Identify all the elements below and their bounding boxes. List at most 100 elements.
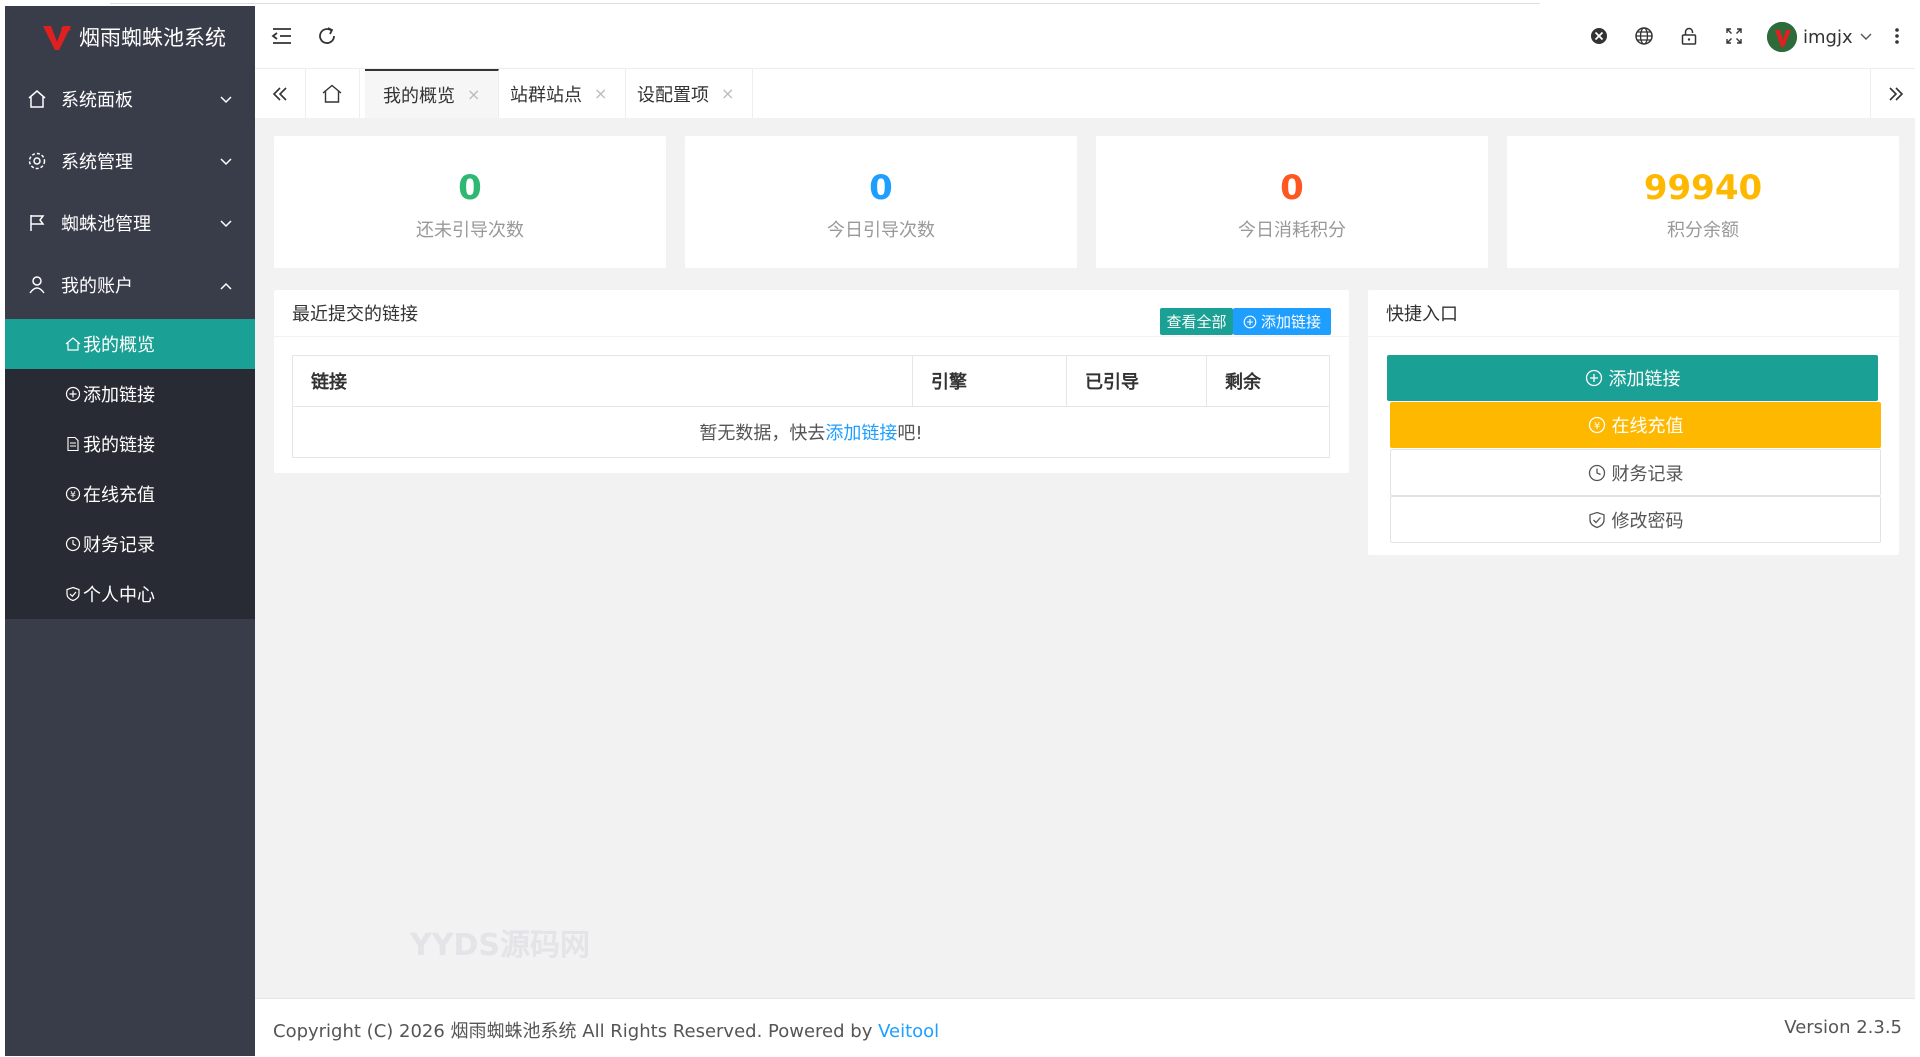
topbar: imgjx [255,6,1920,69]
tab-bar: 我的概览 × 站群站点 × 设配置项 × [255,69,1920,119]
sidebar-subitem-recharge[interactable]: ¥ 在线充值 [5,469,255,519]
empty-text-suffix: 吧! [897,423,923,444]
sidebar-subitem-label: 在线充值 [83,485,155,506]
quick-change-password-button[interactable]: 修改密码 [1390,496,1881,543]
lock-icon[interactable] [1677,24,1701,48]
chevron-down-icon [219,215,233,229]
table-header-row: 链接 引擎 已引导 剩余 [292,355,1330,407]
plus-circle-icon [65,386,81,402]
quick-add-link-button[interactable]: 添加链接 [1387,355,1878,401]
account-submenu: 我的概览 添加链接 我的链接 ¥ 在线充值 财务记录 个人中心 [5,319,255,619]
sidebar-subitem-my-links[interactable]: 我的链接 [5,419,255,469]
flag-icon [27,213,47,233]
yen-circle-icon: ¥ [65,486,81,502]
stat-value: 0 [1280,168,1304,208]
stat-label: 今日引导次数 [827,220,935,241]
sidebar-subitem-add-link[interactable]: 添加链接 [5,369,255,419]
refresh-icon[interactable] [315,24,339,48]
user-icon [27,275,47,295]
window-edge [1915,0,1920,1056]
chevron-up-icon [219,277,233,291]
tabs-scroll-left-icon[interactable] [255,69,306,118]
tab-site-group[interactable]: 站群站点 × [492,69,627,118]
card-title: 最近提交的链接 [292,304,418,325]
sidebar-subitem-label: 我的链接 [83,435,155,456]
view-all-label: 查看全部 [1166,313,1227,331]
home-icon [321,83,343,105]
column-header[interactable]: 链接 [292,355,913,407]
brand[interactable]: 烟雨蜘蛛池系统 [5,6,255,68]
sidebar-item-label: 系统面板 [61,90,133,111]
plus-circle-icon [1585,369,1603,387]
stat-label: 还未引导次数 [416,220,524,241]
tab-my-overview[interactable]: 我的概览 × [365,69,500,118]
more-vertical-icon[interactable] [1885,24,1909,48]
watermark: YYDS源码网 [410,928,590,963]
home-icon [27,89,47,109]
globe-icon[interactable] [1632,24,1656,48]
stat-card-today-guided: 0 今日引导次数 [685,136,1077,268]
close-icon[interactable]: × [721,84,734,103]
collapse-menu-icon[interactable] [270,24,294,48]
copyright-text: Copyright (C) 2026 烟雨蜘蛛池系统 All Rights Re… [273,1021,879,1042]
user-menu[interactable]: imgjx [1767,22,1873,52]
stat-value: 99940 [1643,168,1763,208]
sidebar-subitem-finance[interactable]: 财务记录 [5,519,255,569]
sidebar-item-spider-pool[interactable]: 蜘蛛池管理 [5,192,255,254]
column-header[interactable]: 引擎 [912,355,1067,407]
shield-check-icon [1588,511,1606,529]
sidebar-item-label: 我的账户 [61,276,133,297]
sidebar-subitem-profile[interactable]: 个人中心 [5,569,255,619]
stat-card-balance: 99940 积分余额 [1507,136,1899,268]
clock-icon [1588,464,1606,482]
close-icon[interactable]: × [594,84,607,103]
plus-circle-icon [1243,315,1257,329]
sidebar-subitem-overview[interactable]: 我的概览 [5,319,255,369]
sidebar-subitem-label: 财务记录 [83,535,155,556]
empty-add-link[interactable]: 添加链接 [825,423,897,444]
svg-text:¥: ¥ [70,491,76,501]
column-header[interactable]: 已引导 [1066,355,1207,407]
quick-recharge-button[interactable]: ¥ 在线充值 [1390,402,1881,448]
tab-label: 站群站点 [510,84,582,106]
stat-card-pending: 0 还未引导次数 [274,136,666,268]
column-header[interactable]: 剩余 [1206,355,1330,407]
powered-by-link[interactable]: Veitool [878,1021,939,1042]
view-all-button[interactable]: 查看全部 [1160,308,1233,335]
tab-label: 设配置项 [637,84,709,106]
tab-home[interactable] [305,69,360,118]
stat-label: 积分余额 [1667,220,1739,241]
tabs-scroll-right-icon[interactable] [1870,69,1920,118]
copyright: Copyright (C) 2026 烟雨蜘蛛池系统 All Rights Re… [273,1017,939,1043]
empty-state: 暂无数据，快去添加链接吧! [292,406,1330,458]
quick-button-label: 添加链接 [1608,369,1681,390]
shield-check-icon [65,586,81,602]
add-link-button[interactable]: 添加链接 [1233,308,1331,335]
yen-circle-icon: ¥ [1588,416,1606,434]
sidebar-subitem-label: 添加链接 [83,385,155,406]
empty-text: 暂无数据，快去 [699,423,826,444]
sidebar-item-my-account[interactable]: 我的账户 [5,254,255,316]
top-divider [110,0,1540,4]
sidebar-subitem-label: 个人中心 [83,585,155,606]
recent-links-card: 最近提交的链接 查看全部 添加链接 链接 引擎 已引导 剩余 暂无数据，快去添加 [274,290,1349,473]
quick-button-label: 财务记录 [1611,463,1684,485]
home-icon [65,336,81,352]
fullscreen-icon[interactable] [1722,24,1746,48]
sidebar-item-system-management[interactable]: 系统管理 [5,130,255,192]
card-title: 快捷入口 [1386,304,1458,325]
quick-finance-button[interactable]: 财务记录 [1390,449,1881,496]
brand-title: 烟雨蜘蛛池系统 [79,26,226,50]
sidebar: 烟雨蜘蛛池系统 系统面板 系统管理 蜘蛛池管理 我的账户 我的概览 添加链接 我… [5,6,255,1056]
file-icon [65,436,81,452]
close-icon[interactable]: × [467,85,480,104]
gear-icon [27,151,47,171]
stat-value: 0 [458,168,482,208]
tab-config[interactable]: 设配置项 × [619,69,754,118]
quick-access-card: 快捷入口 添加链接 ¥ 在线充值 财务记录 修改密码 [1368,290,1899,555]
recent-links-table: 链接 引擎 已引导 剩余 暂无数据，快去添加链接吧! [292,355,1330,458]
avatar [1767,22,1797,52]
clear-cache-icon[interactable] [1587,24,1611,48]
sidebar-item-system-panel[interactable]: 系统面板 [5,68,255,130]
sidebar-subitem-label: 我的概览 [83,335,155,356]
